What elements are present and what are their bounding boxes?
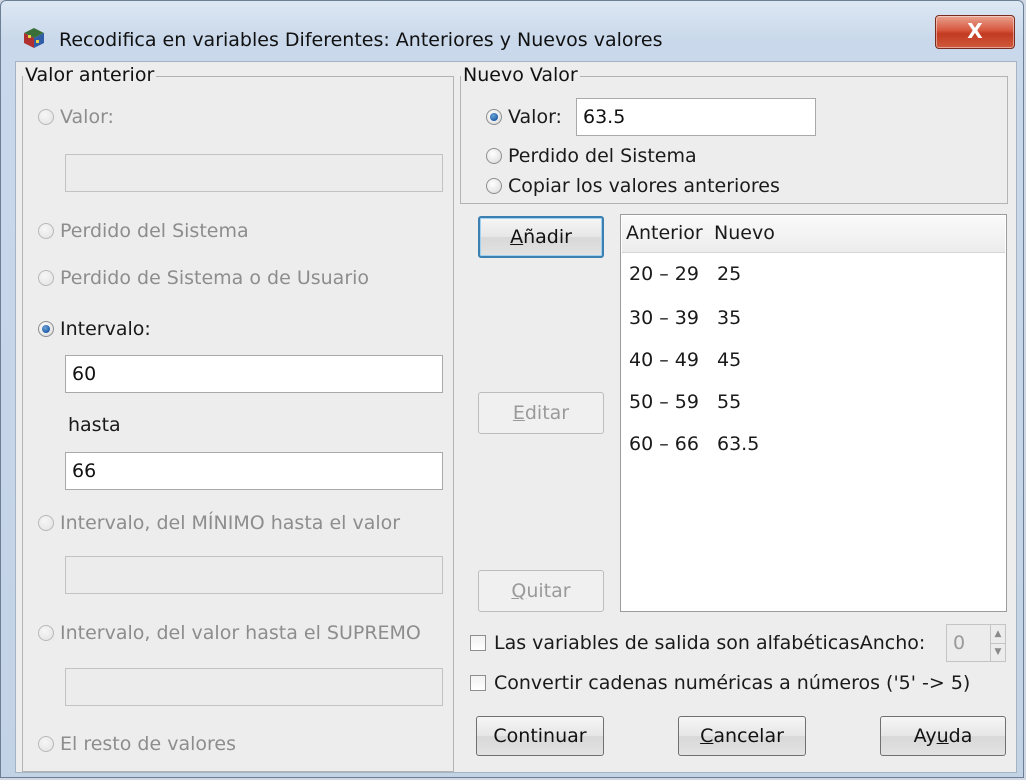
mapping-old-value: 50 – 59: [629, 391, 699, 413]
old-through-highest-radio-circle: [38, 625, 54, 641]
old-all-other-radio-circle: [38, 736, 54, 752]
mapping-new-value: 45: [717, 349, 742, 371]
remove-button-mnemonic: Q: [511, 580, 527, 602]
string-output-label: Las variables de salida son alfabéticasA…: [494, 632, 926, 654]
title-bar[interactable]: Recodifica en variables Diferentes: Ante…: [1, 1, 1023, 57]
through-label: hasta: [68, 414, 121, 436]
new-value-input[interactable]: 63.5: [576, 98, 816, 136]
width-spinner-arrows: ▲ ▼: [990, 625, 1005, 661]
new-value-radio[interactable]: Valor:: [486, 106, 562, 128]
cancel-button-label: ancelar: [713, 725, 784, 747]
convert-numeric-strings-label: Convertir cadenas numéricas a números ('…: [494, 672, 971, 694]
spin-up-arrow-icon[interactable]: ▲: [991, 625, 1005, 644]
header-old: Anterior: [626, 222, 703, 244]
mapping-old-value: 60 – 66: [629, 433, 699, 455]
continue-button[interactable]: Continuar: [476, 716, 604, 756]
old-all-other-radio[interactable]: El resto de valores: [38, 733, 236, 755]
mapping-new-value: 63.5: [717, 433, 760, 455]
string-output-checkbox[interactable]: [470, 635, 486, 651]
width-value: 0: [953, 632, 966, 654]
recode-dialog-window: Recodifica en variables Diferentes: Ante…: [0, 0, 1024, 778]
edit-button-mnemonic: E: [512, 402, 525, 424]
help-button-suffix: da: [948, 725, 973, 747]
old-range-radio-circle: [38, 321, 54, 337]
lowest-through-input[interactable]: [65, 556, 443, 594]
add-button-mnemonic: A: [510, 226, 524, 248]
spss-app-icon: [24, 28, 44, 48]
old-value-group-title: Valor anterior: [23, 64, 157, 86]
old-system-or-user-missing-radio-circle: [38, 270, 54, 286]
old-lowest-through-label: Intervalo, del MÍNIMO hasta el valor: [60, 512, 401, 534]
old-new-mapping-list[interactable]: Anterior Nuevo 20 – 29 25 30 – 39 35 40 …: [620, 214, 1007, 612]
cancel-button-mnemonic: C: [700, 725, 714, 747]
old-value-input[interactable]: [65, 154, 443, 192]
close-button[interactable]: X: [935, 15, 1015, 49]
old-range-radio[interactable]: Intervalo:: [38, 318, 151, 340]
mapping-old-value: 30 – 39: [629, 307, 699, 329]
old-system-missing-label: Perdido del Sistema: [60, 220, 249, 242]
remove-button-label: uitar: [526, 580, 571, 602]
old-through-highest-label: Intervalo, del valor hasta el SUPREMO: [60, 622, 421, 644]
mapping-old-value: 40 – 49: [629, 349, 699, 371]
new-value-group-title: Nuevo Valor: [461, 64, 580, 86]
mapping-new-value: 25: [717, 263, 742, 285]
window-title: Recodifica en variables Diferentes: Ante…: [59, 29, 663, 51]
old-value-radio-label: Valor:: [60, 106, 114, 128]
old-value-radio[interactable]: Valor:: [38, 106, 114, 128]
copy-old-values-radio-circle: [486, 178, 502, 194]
old-lowest-through-radio[interactable]: Intervalo, del MÍNIMO hasta el valor: [38, 512, 400, 534]
mapping-list-header: Anterior Nuevo: [622, 216, 1005, 253]
old-system-missing-radio-circle: [38, 223, 54, 239]
new-system-missing-radio-circle: [486, 148, 502, 164]
header-new: Nuevo: [714, 222, 775, 244]
help-button-prefix: Ay: [913, 725, 937, 747]
new-system-missing-label: Perdido del Sistema: [508, 145, 697, 167]
old-system-missing-radio[interactable]: Perdido del Sistema: [38, 220, 249, 242]
new-value-radio-label: Valor:: [508, 106, 562, 128]
old-lowest-through-radio-circle: [38, 515, 54, 531]
help-button[interactable]: Ay u da: [880, 716, 1006, 756]
copy-old-values-radio[interactable]: Copiar los valores anteriores: [486, 175, 780, 197]
old-all-other-label: El resto de valores: [60, 733, 236, 755]
edit-button[interactable]: Editar: [478, 392, 604, 434]
old-system-or-user-missing-radio[interactable]: Perdido de Sistema o de Usuario: [38, 267, 369, 289]
edit-button-label: ditar: [524, 402, 570, 424]
convert-numeric-strings-row[interactable]: Convertir cadenas numéricas a números ('…: [470, 672, 970, 694]
mapping-new-value: 55: [717, 391, 742, 413]
new-value-radio-circle: [486, 109, 502, 125]
string-output-checkbox-row[interactable]: Las variables de salida son alfabéticasA…: [470, 632, 925, 654]
dialog-body: Valor anterior Valor: Perdido del Sistem…: [15, 61, 1017, 773]
old-through-highest-radio[interactable]: Intervalo, del valor hasta el SUPREMO: [38, 622, 421, 644]
add-button-label: ñadir: [523, 226, 572, 248]
remove-button[interactable]: Quitar: [478, 570, 604, 612]
cancel-button[interactable]: Cancelar: [678, 716, 806, 756]
help-button-mnemonic: u: [936, 725, 949, 747]
copy-old-values-label: Copiar los valores anteriores: [508, 175, 780, 197]
old-value-radio-circle: [38, 109, 54, 125]
convert-numeric-strings-checkbox[interactable]: [470, 675, 486, 691]
add-button[interactable]: Añadir: [478, 216, 604, 258]
spin-down-arrow-icon[interactable]: ▼: [991, 643, 1005, 661]
old-system-or-user-missing-label: Perdido de Sistema o de Usuario: [60, 267, 370, 289]
mapping-old-value: 20 – 29: [629, 263, 699, 285]
width-spinner[interactable]: 0 ▲ ▼: [946, 624, 1006, 662]
old-range-label: Intervalo:: [60, 318, 151, 340]
new-system-missing-radio[interactable]: Perdido del Sistema: [486, 145, 697, 167]
range-to-input[interactable]: 66: [65, 452, 443, 490]
mapping-new-value: 35: [717, 307, 742, 329]
through-highest-input[interactable]: [65, 668, 443, 706]
range-from-input[interactable]: 60: [65, 355, 443, 393]
